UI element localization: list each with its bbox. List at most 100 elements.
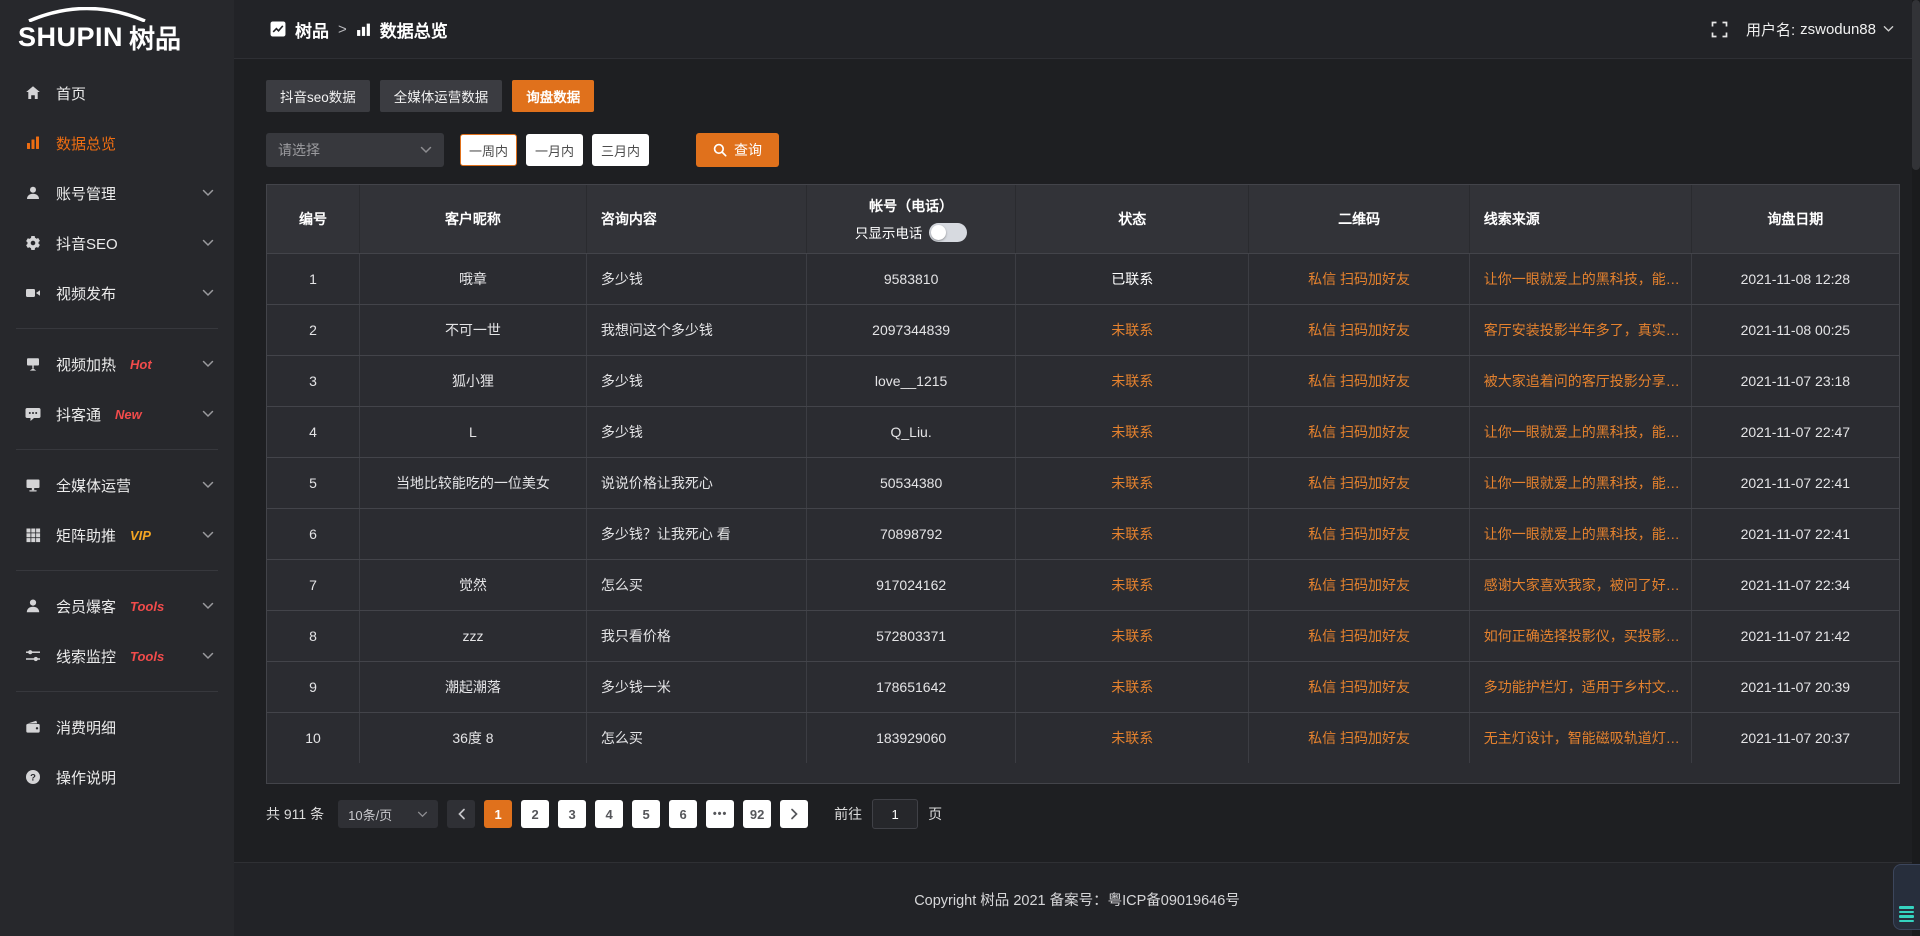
screen-icon bbox=[24, 356, 42, 372]
prev-page-button[interactable] bbox=[447, 800, 475, 828]
sidebar-item-badge: VIP bbox=[130, 528, 151, 543]
page-button-6[interactable]: 6 bbox=[669, 800, 697, 828]
cell-source[interactable]: 让你一眼就爱上的黑科技，能… bbox=[1470, 254, 1692, 304]
cell-qrcode[interactable]: 私信 扫码加好友 bbox=[1249, 356, 1469, 406]
cell-content: 说说价格让我死心 bbox=[587, 458, 807, 508]
page-button-3[interactable]: 3 bbox=[558, 800, 586, 828]
cell-account: 9583810 bbox=[807, 254, 1016, 304]
range-button-one-week[interactable]: 一周内 bbox=[460, 134, 517, 166]
column-header-no: 编号 bbox=[267, 185, 360, 253]
account-header-label: 帐号（电话） bbox=[869, 196, 953, 216]
cell-source[interactable]: 让你一眼就爱上的黑科技，能… bbox=[1470, 458, 1692, 508]
search-button[interactable]: 查询 bbox=[696, 133, 779, 167]
cell-status: 未联系 bbox=[1016, 356, 1249, 406]
cell-qrcode[interactable]: 私信 扫码加好友 bbox=[1249, 458, 1469, 508]
cell-no: 9 bbox=[267, 662, 360, 712]
fullscreen-icon[interactable] bbox=[1711, 21, 1728, 38]
sidebar-item-video-publish[interactable]: 视频发布 bbox=[0, 268, 234, 318]
page-button-1[interactable]: 1 bbox=[484, 800, 512, 828]
sidebar-item-home[interactable]: 首页 bbox=[0, 68, 234, 118]
cell-no: 10 bbox=[267, 713, 360, 763]
page-button-92[interactable]: 92 bbox=[743, 800, 771, 828]
copyright-text: Copyright 树品 2021 备案号：粤ICP备09019646号 bbox=[914, 889, 1240, 910]
cell-date: 2021-11-07 22:41 bbox=[1692, 458, 1899, 508]
cell-date: 2021-11-07 23:18 bbox=[1692, 356, 1899, 406]
sidebar-item-omni-media[interactable]: 全媒体运营 bbox=[0, 460, 234, 510]
cell-account: 183929060 bbox=[807, 713, 1016, 763]
cell-source[interactable]: 如何正确选择投影仪，买投影… bbox=[1470, 611, 1692, 661]
breadcrumb-item-app[interactable]: 树品 bbox=[295, 17, 329, 42]
cell-no: 1 bbox=[267, 254, 360, 304]
cell-content: 多少钱？让我死心 看 bbox=[587, 509, 807, 559]
column-header-source: 线索来源 bbox=[1470, 185, 1692, 253]
widget-logo-stripes bbox=[1899, 906, 1914, 922]
app-root: SHUPIN 树品 首页数据总览账号管理抖音SEO视频发布视频加热Hot抖客通N… bbox=[0, 0, 1920, 936]
sidebar-item-douketong[interactable]: 抖客通New bbox=[0, 389, 234, 439]
cell-source[interactable]: 多功能护栏灯，适用于乡村文… bbox=[1470, 662, 1692, 712]
range-button-three-months[interactable]: 三月内 bbox=[592, 134, 649, 166]
cell-source[interactable]: 让你一眼就爱上的黑科技，能… bbox=[1470, 407, 1692, 457]
table-row-10: 1036度 8怎么买183929060未联系私信 扫码加好友无主灯设计，智能磁吸… bbox=[267, 712, 1899, 763]
filter-select-value: 请选择 bbox=[278, 140, 320, 160]
cell-qrcode[interactable]: 私信 扫码加好友 bbox=[1249, 662, 1469, 712]
chevron-down-icon bbox=[202, 360, 214, 368]
cell-qrcode[interactable]: 私信 扫码加好友 bbox=[1249, 713, 1469, 763]
breadcrumb: 树品 > 数据总览 bbox=[270, 17, 448, 42]
sidebar-item-operation-guide[interactable]: ?操作说明 bbox=[0, 752, 234, 802]
sidebar-item-label: 抖客通 bbox=[56, 404, 101, 425]
cell-qrcode[interactable]: 私信 扫码加好友 bbox=[1249, 254, 1469, 304]
sidebar-divider bbox=[16, 691, 218, 692]
cell-status: 已联系 bbox=[1016, 254, 1249, 304]
sidebar-item-consumption-detail[interactable]: 消费明细 bbox=[0, 702, 234, 752]
cell-account: 917024162 bbox=[807, 560, 1016, 610]
next-page-button[interactable] bbox=[780, 800, 808, 828]
cell-qrcode[interactable]: 私信 扫码加好友 bbox=[1249, 305, 1469, 355]
sidebar-item-matrix-boost[interactable]: 矩阵助推VIP bbox=[0, 510, 234, 560]
page-size-select[interactable]: 10条/页 bbox=[338, 800, 438, 828]
cell-nickname: 潮起潮落 bbox=[360, 662, 587, 712]
cell-qrcode[interactable]: 私信 扫码加好友 bbox=[1249, 611, 1469, 661]
sidebar-item-label: 数据总览 bbox=[56, 133, 116, 154]
page-button-5[interactable]: 5 bbox=[632, 800, 660, 828]
cell-no: 2 bbox=[267, 305, 360, 355]
cell-date: 2021-11-07 22:47 bbox=[1692, 407, 1899, 457]
cell-source[interactable]: 客厅安装投影半年多了，真实… bbox=[1470, 305, 1692, 355]
sidebar-item-account-management[interactable]: 账号管理 bbox=[0, 168, 234, 218]
cell-source[interactable]: 被大家追着问的客厅投影分享… bbox=[1470, 356, 1692, 406]
page-ellipsis[interactable]: ••• bbox=[706, 800, 734, 828]
cell-account: 70898792 bbox=[807, 509, 1016, 559]
tab-inquiry-data[interactable]: 询盘数据 bbox=[512, 80, 594, 112]
cell-content: 多少钱 bbox=[587, 356, 807, 406]
sidebar-item-member-baoke[interactable]: 会员爆客Tools bbox=[0, 581, 234, 631]
range-button-one-month[interactable]: 一月内 bbox=[526, 134, 583, 166]
cell-content: 怎么买 bbox=[587, 560, 807, 610]
cell-no: 4 bbox=[267, 407, 360, 457]
scrollbar[interactable] bbox=[1912, 0, 1920, 936]
sidebar-item-douyin-seo[interactable]: 抖音SEO bbox=[0, 218, 234, 268]
phone-only-label: 只显示电话 bbox=[855, 222, 923, 242]
page-button-2[interactable]: 2 bbox=[521, 800, 549, 828]
tab-douyin-seo-data[interactable]: 抖音seo数据 bbox=[266, 80, 370, 112]
app-logo[interactable]: SHUPIN 树品 bbox=[0, 0, 234, 60]
sidebar-item-data-overview[interactable]: 数据总览 bbox=[0, 118, 234, 168]
cell-date: 2021-11-08 00:25 bbox=[1692, 305, 1899, 355]
phone-only-toggle[interactable] bbox=[929, 223, 967, 242]
cell-qrcode[interactable]: 私信 扫码加好友 bbox=[1249, 560, 1469, 610]
toggle-knob bbox=[931, 225, 946, 240]
page-button-4[interactable]: 4 bbox=[595, 800, 623, 828]
goto-page-input[interactable]: 1 bbox=[872, 799, 918, 829]
scrollbar-thumb[interactable] bbox=[1912, 0, 1920, 170]
floating-widget[interactable] bbox=[1893, 864, 1920, 930]
filter-select[interactable]: 请选择 bbox=[266, 133, 444, 167]
cell-qrcode[interactable]: 私信 扫码加好友 bbox=[1249, 407, 1469, 457]
cell-source[interactable]: 无主灯设计，智能磁吸轨道灯… bbox=[1470, 713, 1692, 763]
footer: Copyright 树品 2021 备案号：粤ICP备09019646号 bbox=[234, 862, 1920, 936]
sidebar-item-clue-monitor[interactable]: 线索监控Tools bbox=[0, 631, 234, 681]
cell-source[interactable]: 让你一眼就爱上的黑科技，能… bbox=[1470, 509, 1692, 559]
cell-qrcode[interactable]: 私信 扫码加好友 bbox=[1249, 509, 1469, 559]
sidebar-item-video-heating[interactable]: 视频加热Hot bbox=[0, 339, 234, 389]
cell-source[interactable]: 感谢大家喜欢我家，被问了好… bbox=[1470, 560, 1692, 610]
tab-omni-media-data[interactable]: 全媒体运营数据 bbox=[380, 80, 503, 112]
user-icon bbox=[24, 185, 42, 201]
user-menu[interactable]: 用户名: zswodun88 bbox=[1746, 19, 1894, 40]
